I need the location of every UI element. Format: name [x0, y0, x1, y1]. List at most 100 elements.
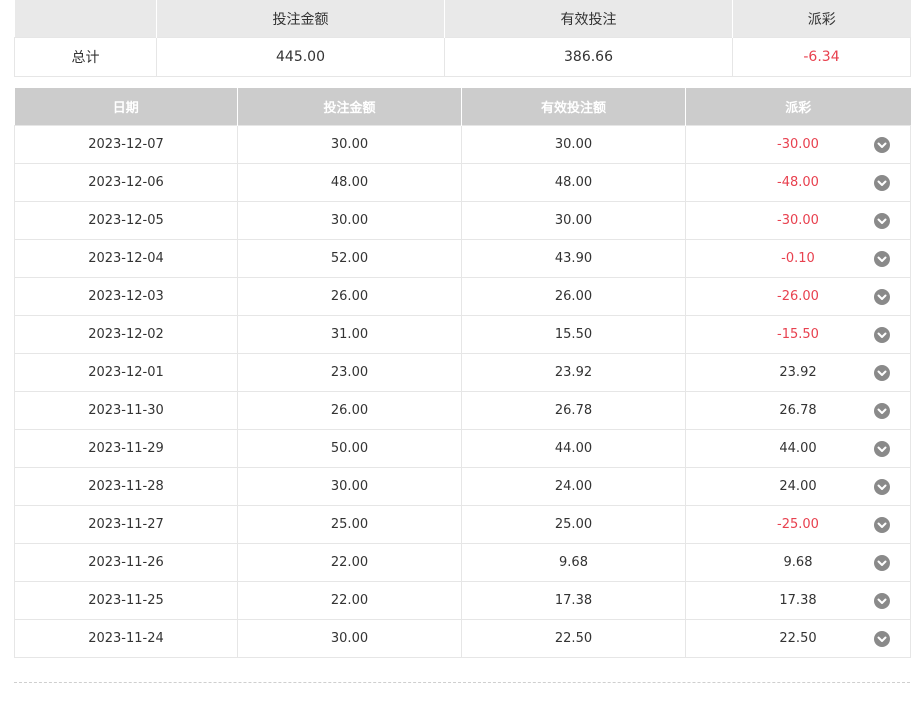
table-row: 2023-12-03 26.00 26.00 -26.00 — [14, 277, 911, 316]
row-date: 2023-11-30 — [14, 391, 238, 430]
chevron-down-circle-icon[interactable] — [874, 516, 890, 533]
summary-total-payout: -6.34 — [732, 37, 911, 77]
summary-header-payout: 派彩 — [732, 0, 911, 38]
chevron-down-circle-icon[interactable] — [874, 554, 890, 571]
summary-total-valid-bet: 386.66 — [444, 37, 733, 77]
chevron-down-circle-icon[interactable] — [874, 250, 890, 267]
chevron-down-circle-icon[interactable] — [874, 288, 890, 305]
row-payout: 26.78 — [779, 403, 817, 418]
row-payout-cell: 9.68 — [685, 543, 911, 582]
row-valid-bet: 30.00 — [461, 125, 686, 164]
summary-header-row: 投注金额 有效投注 派彩 — [14, 0, 911, 38]
row-payout: 17.38 — [779, 593, 817, 608]
table-row: 2023-11-28 30.00 24.00 24.00 — [14, 467, 911, 506]
row-bet-amount: 30.00 — [237, 125, 462, 164]
chevron-down-circle-icon[interactable] — [874, 326, 890, 343]
dashed-divider — [14, 682, 910, 683]
row-payout-cell: 23.92 — [685, 353, 911, 392]
row-payout: 23.92 — [779, 365, 817, 380]
daily-header-payout: 派彩 — [685, 88, 911, 126]
daily-header-row: 日期 投注金额 有效投注额 派彩 — [14, 88, 911, 126]
row-payout-cell: -26.00 — [685, 277, 911, 316]
table-row: 2023-12-01 23.00 23.92 23.92 — [14, 353, 911, 392]
chevron-down-circle-icon[interactable] — [874, 440, 890, 457]
row-valid-bet: 43.90 — [461, 239, 686, 278]
table-row: 2023-11-27 25.00 25.00 -25.00 — [14, 505, 911, 544]
row-valid-bet: 30.00 — [461, 201, 686, 240]
row-bet-amount: 30.00 — [237, 201, 462, 240]
row-bet-amount: 30.00 — [237, 467, 462, 506]
table-row: 2023-12-05 30.00 30.00 -30.00 — [14, 201, 911, 240]
summary-total-bet-amount: 445.00 — [156, 37, 445, 77]
row-payout-cell: -30.00 — [685, 201, 911, 240]
table-row: 2023-12-07 30.00 30.00 -30.00 — [14, 125, 911, 164]
row-date: 2023-12-01 — [14, 353, 238, 392]
row-payout-cell: 26.78 — [685, 391, 911, 430]
row-bet-amount: 31.00 — [237, 315, 462, 354]
row-date: 2023-12-03 — [14, 277, 238, 316]
row-payout-cell: -15.50 — [685, 315, 911, 354]
row-payout: -26.00 — [777, 289, 819, 304]
row-date: 2023-11-25 — [14, 581, 238, 620]
row-valid-bet: 23.92 — [461, 353, 686, 392]
row-valid-bet: 48.00 — [461, 163, 686, 202]
row-payout-cell: -25.00 — [685, 505, 911, 544]
row-bet-amount: 30.00 — [237, 619, 462, 658]
row-payout-cell: 22.50 — [685, 619, 911, 658]
row-bet-amount: 52.00 — [237, 239, 462, 278]
row-payout-cell: 44.00 — [685, 429, 911, 468]
row-date: 2023-12-06 — [14, 163, 238, 202]
row-bet-amount: 22.00 — [237, 581, 462, 620]
row-valid-bet: 17.38 — [461, 581, 686, 620]
summary-header-valid-bet: 有效投注 — [444, 0, 733, 38]
table-row: 2023-12-04 52.00 43.90 -0.10 — [14, 239, 911, 278]
daily-table-body: 2023-12-07 30.00 30.00 -30.00 2023-12-06 48.0… — [14, 125, 911, 658]
row-bet-amount: 23.00 — [237, 353, 462, 392]
row-valid-bet: 15.50 — [461, 315, 686, 354]
daily-header-valid-bet: 有效投注额 — [461, 88, 686, 126]
row-valid-bet: 25.00 — [461, 505, 686, 544]
table-row: 2023-11-26 22.00 9.68 9.68 — [14, 543, 911, 582]
row-bet-amount: 50.00 — [237, 429, 462, 468]
row-valid-bet: 22.50 — [461, 619, 686, 658]
row-valid-bet: 26.00 — [461, 277, 686, 316]
row-payout: 9.68 — [783, 555, 813, 570]
row-payout: 44.00 — [779, 441, 817, 456]
chevron-down-circle-icon[interactable] — [874, 478, 890, 495]
table-row: 2023-11-30 26.00 26.78 26.78 — [14, 391, 911, 430]
row-valid-bet: 44.00 — [461, 429, 686, 468]
row-payout-cell: -48.00 — [685, 163, 911, 202]
row-payout: -30.00 — [777, 213, 819, 228]
row-payout: -0.10 — [781, 251, 815, 266]
daily-table: 日期 投注金额 有效投注额 派彩 2023-12-07 30.00 30.00 -30… — [14, 88, 911, 658]
chevron-down-circle-icon[interactable] — [874, 212, 890, 229]
chevron-down-circle-icon[interactable] — [874, 364, 890, 381]
chevron-down-circle-icon[interactable] — [874, 402, 890, 419]
table-row: 2023-12-02 31.00 15.50 -15.50 — [14, 315, 911, 354]
row-date: 2023-11-28 — [14, 467, 238, 506]
row-date: 2023-12-04 — [14, 239, 238, 278]
row-payout: -48.00 — [777, 175, 819, 190]
row-payout: 24.00 — [779, 479, 817, 494]
row-payout-cell: 17.38 — [685, 581, 911, 620]
chevron-down-circle-icon[interactable] — [874, 136, 890, 153]
row-date: 2023-11-27 — [14, 505, 238, 544]
daily-header-bet-amount: 投注金额 — [237, 88, 462, 126]
row-date: 2023-12-02 — [14, 315, 238, 354]
chevron-down-circle-icon[interactable] — [874, 592, 890, 609]
table-row: 2023-11-25 22.00 17.38 17.38 — [14, 581, 911, 620]
summary-table: 投注金额 有效投注 派彩 总计 445.00 386.66 -6.34 — [14, 0, 911, 77]
summary-header-blank — [14, 0, 157, 38]
row-payout-cell: 24.00 — [685, 467, 911, 506]
row-valid-bet: 24.00 — [461, 467, 686, 506]
row-bet-amount: 25.00 — [237, 505, 462, 544]
summary-header-bet-amount: 投注金额 — [156, 0, 445, 38]
row-bet-amount: 26.00 — [237, 277, 462, 316]
row-payout: -15.50 — [777, 327, 819, 342]
chevron-down-circle-icon[interactable] — [874, 630, 890, 647]
chevron-down-circle-icon[interactable] — [874, 174, 890, 191]
row-date: 2023-12-07 — [14, 125, 238, 164]
row-date: 2023-11-29 — [14, 429, 238, 468]
table-row: 2023-11-24 30.00 22.50 22.50 — [14, 619, 911, 658]
row-payout: 22.50 — [779, 631, 817, 646]
